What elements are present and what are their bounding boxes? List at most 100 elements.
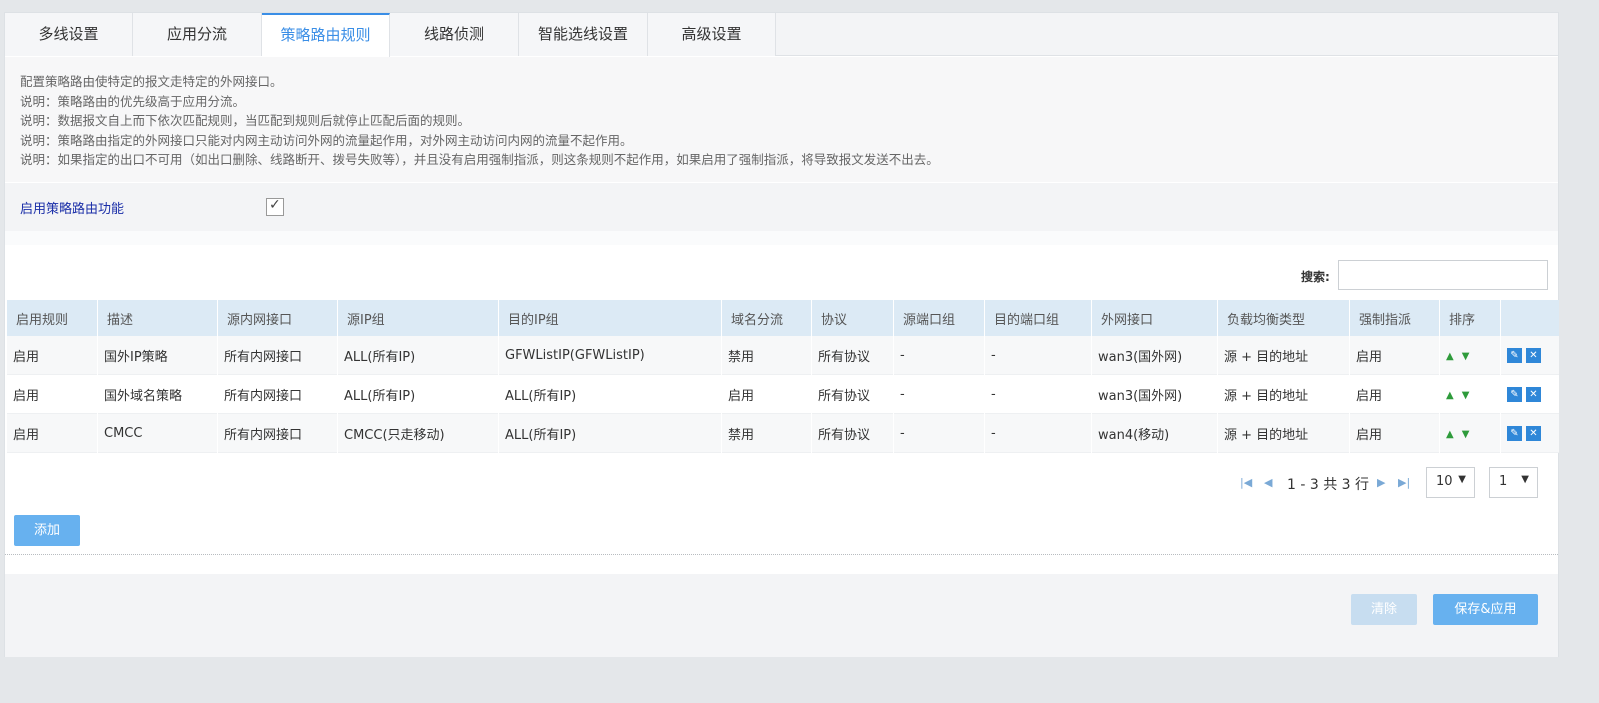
cell: ALL(所有IP): [338, 375, 498, 414]
arrow-up-icon[interactable]: ▲: [1446, 429, 1454, 440]
arrow-up-icon[interactable]: ▲: [1446, 351, 1454, 362]
cell: 启用: [7, 375, 97, 414]
col-protocol: 协议: [812, 300, 893, 336]
enable-row: 启用策略路由功能 ✓: [5, 183, 1558, 231]
page-size-select[interactable]: 10 ▼: [1426, 467, 1475, 498]
description-line: 说明：如果指定的出口不可用（如出口删除、线路断开、拨号失败等），并且没有启用强制…: [20, 152, 939, 168]
order-cell: ▲ ▼: [1440, 414, 1500, 453]
page-select[interactable]: 1 ▼: [1489, 467, 1538, 498]
col-wan: 外网接口: [1092, 300, 1217, 336]
tab-bar: 多线设置 应用分流 策略路由规则 线路侦测 智能选线设置 高级设置: [5, 13, 1558, 57]
delete-icon[interactable]: ✕: [1526, 386, 1541, 402]
action-cell: ✎ ✕: [1501, 375, 1559, 414]
delete-icon[interactable]: ✕: [1526, 347, 1541, 363]
arrow-down-icon[interactable]: ▼: [1462, 351, 1470, 362]
description-box: 配置策略路由使特定的报文走特定的外网接口。 说明：策略路由的优先级高于应用分流。…: [5, 57, 1558, 182]
cell: 禁用: [722, 336, 811, 375]
clear-button[interactable]: 清除: [1351, 594, 1417, 625]
cell: ALL(所有IP): [499, 414, 721, 453]
edit-icon[interactable]: ✎: [1507, 386, 1522, 402]
col-domain: 域名分流: [722, 300, 811, 336]
cell: wan4(移动): [1092, 414, 1217, 453]
col-enable: 启用规则: [7, 300, 97, 336]
arrow-down-icon[interactable]: ▼: [1462, 390, 1470, 401]
cell: 启用: [1350, 375, 1439, 414]
cell: 启用: [722, 375, 811, 414]
cell: wan3(国外网): [1092, 336, 1217, 375]
page-value: 1: [1499, 474, 1508, 489]
footer-bar: 清除 保存&应用: [5, 574, 1558, 657]
cell: 源 + 目的地址: [1218, 336, 1349, 375]
cell: GFWListIP(GFWListIP): [499, 336, 721, 375]
col-src-ip: 源IP组: [338, 300, 498, 336]
col-order: 排序: [1440, 300, 1500, 336]
cell: CMCC: [98, 414, 217, 453]
col-src-port: 源端口组: [894, 300, 984, 336]
col-dst-port: 目的端口组: [985, 300, 1091, 336]
table-header-row: 启用规则 描述 源内网接口 源IP组 目的IP组 域名分流 协议 源端口组 目的…: [7, 300, 1559, 336]
tab-app-split[interactable]: 应用分流: [133, 13, 262, 56]
cell: -: [985, 375, 1091, 414]
last-page-icon[interactable]: ▶|: [1398, 476, 1410, 489]
col-dst-ip: 目的IP组: [499, 300, 721, 336]
check-icon: ✓: [269, 197, 281, 213]
edit-icon[interactable]: ✎: [1507, 347, 1522, 363]
cell: -: [894, 375, 984, 414]
tab-policy-routing[interactable]: 策略路由规则: [262, 13, 390, 57]
tab-advanced[interactable]: 高级设置: [648, 13, 776, 56]
arrow-up-icon[interactable]: ▲: [1446, 390, 1454, 401]
table-row: 启用 CMCC 所有内网接口 CMCC(只走移动) ALL(所有IP) 禁用 所…: [7, 414, 1559, 453]
cell: -: [894, 336, 984, 375]
prev-page-icon[interactable]: ◀: [1264, 476, 1272, 489]
enable-label: 启用策略路由功能: [20, 202, 125, 217]
enable-checkbox[interactable]: ✓: [266, 197, 284, 216]
next-page-icon[interactable]: ▶: [1377, 476, 1385, 489]
cell: ALL(所有IP): [499, 375, 721, 414]
first-page-icon[interactable]: |◀: [1240, 476, 1252, 489]
tab-multiline[interactable]: 多线设置: [5, 13, 133, 56]
chevron-down-icon: ▼: [1521, 474, 1529, 485]
divider: [5, 554, 1558, 555]
cell: CMCC(只走移动): [338, 414, 498, 453]
action-cell: ✎ ✕: [1501, 336, 1559, 375]
action-cell: ✎ ✕: [1501, 414, 1559, 453]
main-panel: 多线设置 应用分流 策略路由规则 线路侦测 智能选线设置 高级设置 配置策略路由…: [4, 12, 1559, 657]
cell: 所有内网接口: [218, 414, 337, 453]
edit-icon[interactable]: ✎: [1507, 425, 1522, 441]
add-button[interactable]: 添加: [14, 515, 80, 546]
table-row: 启用 国外域名策略 所有内网接口 ALL(所有IP) ALL(所有IP) 启用 …: [7, 375, 1559, 414]
save-apply-button[interactable]: 保存&应用: [1433, 594, 1538, 625]
col-src-iface: 源内网接口: [218, 300, 337, 336]
search-input[interactable]: [1338, 260, 1548, 290]
cell: 所有内网接口: [218, 375, 337, 414]
description-line: 配置策略路由使特定的报文走特定的外网接口。: [20, 74, 283, 89]
cell: 国外IP策略: [98, 336, 217, 375]
tab-line-detect[interactable]: 线路侦测: [390, 13, 519, 56]
cell: 启用: [1350, 336, 1439, 375]
cell: 国外域名策略: [98, 375, 217, 414]
cell: wan3(国外网): [1092, 375, 1217, 414]
page-size-value: 10: [1436, 474, 1453, 489]
chevron-down-icon: ▼: [1458, 474, 1466, 485]
description-line: 说明：策略路由指定的外网接口只能对内网主动访问外网的流量起作用，对外网主动访问内…: [20, 132, 633, 148]
arrow-down-icon[interactable]: ▼: [1462, 429, 1470, 440]
order-cell: ▲ ▼: [1440, 375, 1500, 414]
cell: 所有协议: [812, 414, 893, 453]
rules-table: 启用规则 描述 源内网接口 源IP组 目的IP组 域名分流 协议 源端口组 目的…: [6, 300, 1560, 453]
col-actions: [1501, 300, 1559, 336]
tab-smart-select[interactable]: 智能选线设置: [519, 13, 648, 56]
col-lb-type: 负载均衡类型: [1218, 300, 1349, 336]
cell: -: [894, 414, 984, 453]
cell: 启用: [7, 414, 97, 453]
pagination-info: 1 - 3 共 3 行: [1287, 477, 1370, 493]
cell: -: [985, 414, 1091, 453]
cell: 启用: [7, 336, 97, 375]
cell: 源 + 目的地址: [1218, 375, 1349, 414]
delete-icon[interactable]: ✕: [1526, 425, 1541, 441]
cell: 所有协议: [812, 336, 893, 375]
cell: 所有协议: [812, 375, 893, 414]
description-line: 说明：策略路由的优先级高于应用分流。: [20, 93, 246, 109]
order-cell: ▲ ▼: [1440, 336, 1500, 375]
cell: -: [985, 336, 1091, 375]
spacer: [5, 231, 1558, 245]
